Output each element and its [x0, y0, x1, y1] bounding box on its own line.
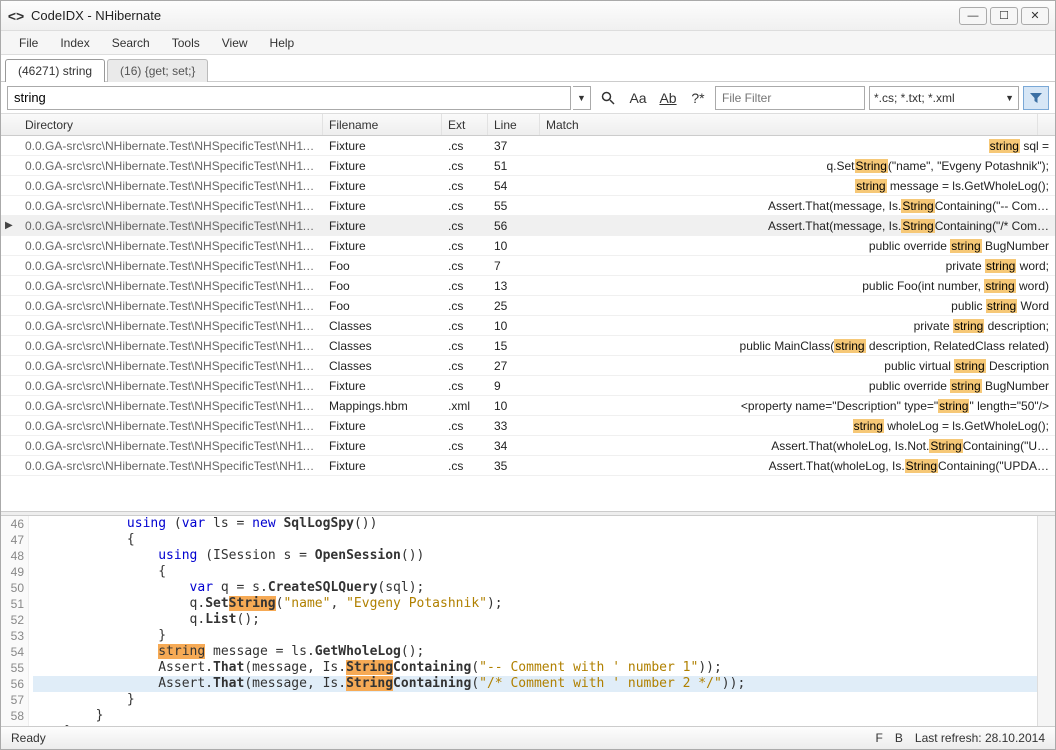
status-text: Ready	[11, 731, 46, 745]
menu-file[interactable]: File	[9, 34, 48, 52]
status-refresh: Last refresh: 28.10.2014	[915, 731, 1045, 745]
result-row[interactable]: 0.0.GA-src\src\NHibernate.Test\NHSpecifi…	[1, 436, 1055, 456]
app-icon: <>	[7, 7, 25, 25]
window-title: CodeIDX - NHibernate	[31, 8, 161, 23]
code-scrollbar[interactable]	[1037, 516, 1055, 726]
result-row[interactable]: 0.0.GA-src\src\NHibernate.Test\NHSpecifi…	[1, 456, 1055, 476]
results-header: Directory Filename Ext Line Match	[1, 114, 1055, 136]
result-tab-1[interactable]: (16) {get; set;}	[107, 59, 208, 82]
result-row[interactable]: ▶0.0.GA-src\src\NHibernate.Test\NHSpecif…	[1, 216, 1055, 236]
menu-view[interactable]: View	[212, 34, 258, 52]
menubar: FileIndexSearchToolsViewHelp	[1, 31, 1055, 55]
code-content[interactable]: using (var ls = new SqlLogSpy()) { using…	[29, 516, 1037, 726]
tabstrip: (46271) string(16) {get; set;}	[1, 55, 1055, 82]
column-directory[interactable]: Directory	[19, 114, 323, 135]
code-preview-pane: 464748495051525354555657585960 using (va…	[1, 516, 1055, 726]
menu-index[interactable]: Index	[50, 34, 99, 52]
result-row[interactable]: 0.0.GA-src\src\NHibernate.Test\NHSpecifi…	[1, 256, 1055, 276]
close-button[interactable]: ✕	[1021, 7, 1049, 25]
statusbar: Ready F B Last refresh: 28.10.2014	[1, 726, 1055, 749]
result-row[interactable]: 0.0.GA-src\src\NHibernate.Test\NHSpecifi…	[1, 236, 1055, 256]
filter-button[interactable]	[1023, 86, 1049, 110]
result-tab-0[interactable]: (46271) string	[5, 59, 105, 82]
menu-tools[interactable]: Tools	[162, 34, 210, 52]
file-filter-input[interactable]	[715, 86, 865, 110]
status-flag-f: F	[876, 731, 883, 745]
result-row[interactable]: 0.0.GA-src\src\NHibernate.Test\NHSpecifi…	[1, 316, 1055, 336]
match-case-icon[interactable]: Aa	[625, 86, 651, 110]
extension-filter-value: *.cs; *.txt; *.xml	[874, 91, 955, 105]
result-row[interactable]: 0.0.GA-src\src\NHibernate.Test\NHSpecifi…	[1, 396, 1055, 416]
column-filename[interactable]: Filename	[323, 114, 442, 135]
column-match[interactable]: Match	[540, 114, 1038, 135]
result-row[interactable]: 0.0.GA-src\src\NHibernate.Test\NHSpecifi…	[1, 176, 1055, 196]
result-row[interactable]: 0.0.GA-src\src\NHibernate.Test\NHSpecifi…	[1, 356, 1055, 376]
search-icon[interactable]	[595, 86, 621, 110]
result-row[interactable]: 0.0.GA-src\src\NHibernate.Test\NHSpecifi…	[1, 376, 1055, 396]
titlebar: <> CodeIDX - NHibernate — ☐ ✕	[1, 1, 1055, 31]
line-gutter: 464748495051525354555657585960	[1, 516, 29, 726]
maximize-button[interactable]: ☐	[990, 7, 1018, 25]
column-ext[interactable]: Ext	[442, 114, 488, 135]
result-row[interactable]: 0.0.GA-src\src\NHibernate.Test\NHSpecifi…	[1, 276, 1055, 296]
status-flag-b: B	[895, 731, 903, 745]
menu-search[interactable]: Search	[102, 34, 160, 52]
result-row[interactable]: 0.0.GA-src\src\NHibernate.Test\NHSpecifi…	[1, 196, 1055, 216]
app-window: <> CodeIDX - NHibernate — ☐ ✕ FileIndexS…	[0, 0, 1056, 750]
chevron-down-icon: ▼	[1005, 93, 1014, 103]
minimize-button[interactable]: —	[959, 7, 987, 25]
column-line[interactable]: Line	[488, 114, 540, 135]
search-history-dropdown[interactable]: ▼	[573, 86, 591, 110]
results-grid[interactable]: 0.0.GA-src\src\NHibernate.Test\NHSpecifi…	[1, 136, 1055, 511]
search-toolbar: ▼ Aa Ab ?* *.cs; *.txt; *.xml ▼	[1, 82, 1055, 114]
whole-word-icon[interactable]: Ab	[655, 86, 681, 110]
result-row[interactable]: 0.0.GA-src\src\NHibernate.Test\NHSpecifi…	[1, 416, 1055, 436]
result-row[interactable]: 0.0.GA-src\src\NHibernate.Test\NHSpecifi…	[1, 156, 1055, 176]
search-input[interactable]	[7, 86, 571, 110]
menu-help[interactable]: Help	[260, 34, 305, 52]
regex-icon[interactable]: ?*	[685, 86, 711, 110]
result-row[interactable]: 0.0.GA-src\src\NHibernate.Test\NHSpecifi…	[1, 136, 1055, 156]
extension-filter-dropdown[interactable]: *.cs; *.txt; *.xml ▼	[869, 86, 1019, 110]
result-row[interactable]: 0.0.GA-src\src\NHibernate.Test\NHSpecifi…	[1, 336, 1055, 356]
result-row[interactable]: 0.0.GA-src\src\NHibernate.Test\NHSpecifi…	[1, 296, 1055, 316]
